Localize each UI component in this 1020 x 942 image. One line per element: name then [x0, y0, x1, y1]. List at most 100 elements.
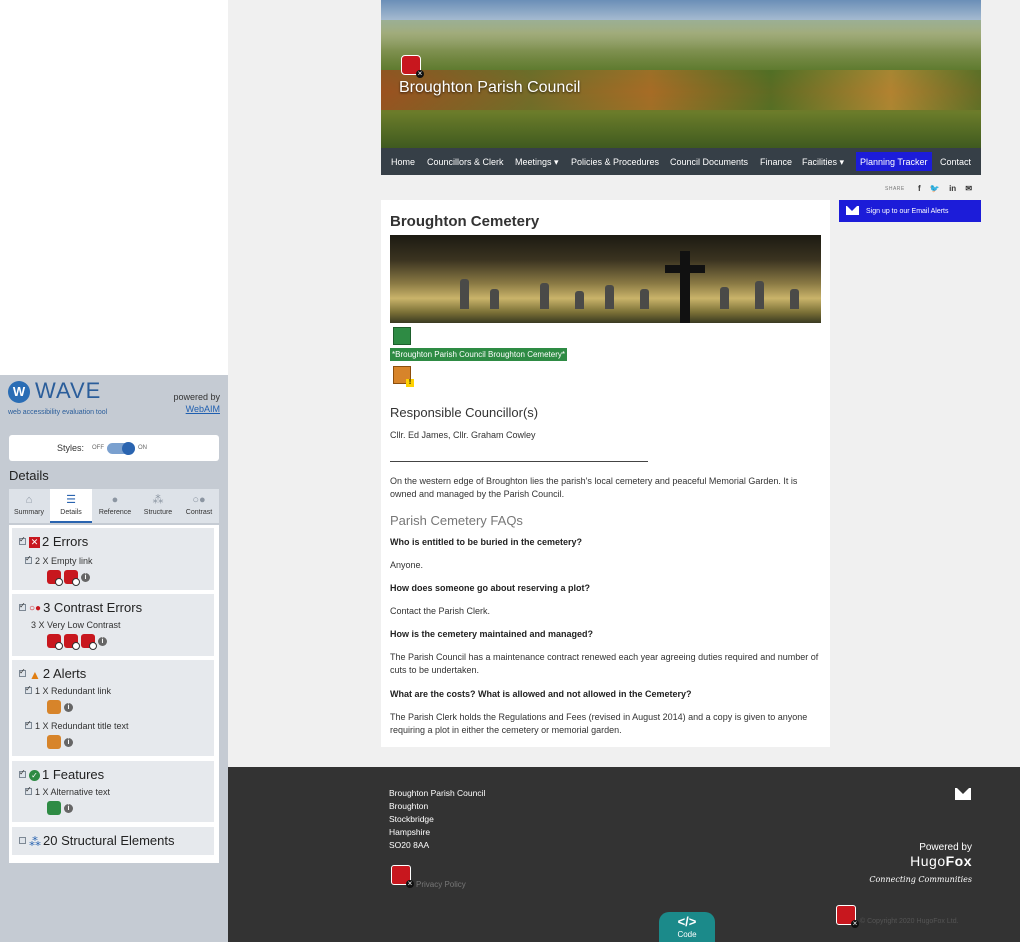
redundant-title-icons: i — [47, 735, 73, 751]
code-button[interactable]: </> Code — [659, 912, 715, 942]
features-heading[interactable]: ✓1 Features — [19, 767, 104, 782]
info-icon[interactable]: i — [64, 702, 73, 712]
errors-checkbox[interactable] — [19, 535, 26, 546]
privacy-policy-link[interactable]: Privacy Policy — [416, 880, 466, 889]
footer-email-icon[interactable] — [955, 788, 971, 800]
redundant-title-alert-icon[interactable] — [47, 735, 61, 749]
redundant-title-checkbox[interactable] — [25, 719, 32, 730]
email-alerts-button[interactable]: Sign up to our Email Alerts — [839, 200, 981, 222]
info-icon: ● — [111, 494, 119, 506]
alerts-heading[interactable]: ▲2 Alerts — [19, 666, 86, 682]
redundant-link-item[interactable]: 1 X Redundant link — [25, 684, 111, 696]
contrast-error-icon[interactable] — [47, 634, 63, 650]
main-nav: Home Councillors & Clerk Meetings ▾ Poli… — [381, 148, 981, 175]
structure-checkbox[interactable] — [19, 837, 26, 845]
tab-structure[interactable]: ⁂ Structure — [138, 489, 178, 523]
low-contrast-item[interactable]: 3 X Very Low Contrast — [31, 620, 121, 630]
faq-answer: The Parish Council has a maintenance con… — [390, 652, 819, 675]
wave-header: W WAVE web accessibility evaluation tool… — [8, 378, 220, 425]
structure-card: ⁂ 20 Structural Elements — [12, 827, 214, 855]
nav-planning-tracker[interactable]: Planning Tracker — [856, 152, 932, 171]
hero-landscape — [381, 20, 981, 60]
empty-link-item[interactable]: 2 X Empty link — [25, 554, 93, 566]
tab-summary[interactable]: ⌂ Summary — [9, 489, 49, 523]
nav-home[interactable]: Home — [391, 157, 415, 167]
styles-toggle-panel: Styles: OFF ON — [9, 435, 219, 461]
faq-answer: Contact the Parish Clerk. — [390, 606, 491, 616]
hero-banner: Broughton Parish Council — [381, 0, 981, 148]
powered-by-label: powered by — [173, 392, 220, 402]
info-icon[interactable]: i — [64, 737, 73, 747]
twitter-icon[interactable]: 🐦 — [930, 184, 940, 193]
info-icon[interactable]: i — [81, 572, 90, 582]
info-icon[interactable]: i — [64, 803, 73, 813]
nav-council-documents[interactable]: Council Documents — [670, 157, 748, 167]
alt-text-feature-icon[interactable] — [393, 327, 411, 345]
nav-facilities[interactable]: Facilities ▾ — [802, 157, 844, 168]
hierarchy-icon: ⁂ — [152, 494, 164, 506]
styles-toggle-switch[interactable] — [107, 442, 135, 455]
tab-details[interactable]: ☰ Details — [50, 489, 92, 523]
nav-meetings[interactable]: Meetings ▾ — [515, 157, 559, 168]
page-title: Broughton Cemetery — [390, 213, 540, 230]
webaim-link[interactable]: WebAIM — [173, 403, 220, 415]
nav-councillors[interactable]: Councillors & Clerk — [427, 157, 504, 167]
nav-policies[interactable]: Policies & Procedures — [571, 157, 659, 167]
faq-question: What are the costs? What is allowed and … — [390, 689, 692, 699]
faq-question: How is the cemetery maintained and manag… — [390, 629, 594, 639]
features-checkbox[interactable] — [19, 768, 26, 779]
wave-error-icon[interactable] — [391, 865, 414, 888]
nav-contact[interactable]: Contact — [940, 157, 971, 167]
wave-error-icon[interactable] — [401, 55, 424, 78]
alt-text-feature-icon[interactable] — [47, 801, 61, 815]
faq-heading: Parish Cemetery FAQs — [390, 513, 523, 528]
contrast-error-icon: ○● — [29, 603, 42, 615]
errors-card: ✕2 Errors 2 X Empty link i — [12, 528, 214, 590]
footer-address: Broughton Parish Council Broughton Stock… — [389, 788, 486, 850]
wave-logo-icon: W — [8, 381, 30, 403]
contrast-icon: ○● — [192, 494, 206, 506]
site-title[interactable]: Broughton Parish Council — [399, 79, 580, 97]
empty-link-error-icon[interactable] — [47, 570, 63, 586]
feature-check-icon: ✓ — [29, 770, 40, 782]
email-share-icon[interactable]: ✉ — [965, 184, 972, 193]
contrast-error-icon[interactable] — [81, 634, 97, 650]
faq-question: Who is entitled to be buried in the ceme… — [390, 537, 583, 547]
contrast-heading[interactable]: ○●3 Contrast Errors — [19, 600, 142, 615]
wave-powered-by: powered by WebAIM — [173, 391, 220, 415]
wave-sidebar: W WAVE web accessibility evaluation tool… — [0, 375, 228, 942]
copyright-text: © Copyright 2020 HugoFox Ltd. — [860, 918, 959, 925]
tab-reference[interactable]: ● Reference — [93, 489, 137, 523]
alternative-text-checkbox[interactable] — [25, 785, 32, 796]
powered-by-hugofox[interactable]: Powered by HugoFox Connecting Communitie… — [869, 842, 972, 884]
redundant-link-checkbox[interactable] — [25, 684, 32, 695]
faq-question: How does someone go about reserving a pl… — [390, 583, 591, 593]
structure-heading[interactable]: ⁂ 20 Structural Elements — [19, 833, 175, 849]
empty-link-error-icon[interactable] — [64, 570, 80, 586]
faq-answer: The Parish Clerk holds the Regulations a… — [390, 712, 808, 735]
errors-heading[interactable]: ✕2 Errors — [19, 534, 88, 549]
contrast-error-icon[interactable] — [64, 634, 80, 650]
empty-link-checkbox[interactable] — [25, 554, 32, 565]
empty-link-icons: i — [47, 570, 90, 586]
alerts-checkbox[interactable] — [19, 667, 26, 678]
details-panel: ✕2 Errors 2 X Empty link i ○●3 Contrast … — [9, 525, 219, 863]
alternative-text-item[interactable]: 1 X Alternative text — [25, 785, 110, 797]
redundant-link-alert-icon[interactable] — [47, 700, 61, 714]
wave-title: WAVE — [35, 378, 102, 403]
error-icon: ✕ — [29, 537, 40, 549]
nav-finance[interactable]: Finance — [760, 157, 792, 167]
info-icon[interactable]: i — [98, 636, 107, 646]
alt-text-label: *Broughton Parish Council Broughton Ceme… — [390, 348, 567, 361]
faq-answer: Anyone. — [390, 560, 424, 570]
wave-error-icon[interactable] — [836, 905, 859, 928]
alerts-card: ▲2 Alerts 1 X Redundant link i 1 X Redun… — [12, 660, 214, 756]
redundant-title-item[interactable]: 1 X Redundant title text — [25, 719, 129, 731]
facebook-icon[interactable]: f — [918, 184, 921, 193]
linkedin-icon[interactable]: in — [949, 184, 956, 193]
details-heading: Details — [9, 468, 49, 483]
tab-contrast[interactable]: ○● Contrast — [179, 489, 219, 523]
contrast-checkbox[interactable] — [19, 601, 26, 612]
redundant-link-alert-icon[interactable] — [393, 366, 414, 387]
styles-off-label: OFF — [92, 445, 104, 451]
